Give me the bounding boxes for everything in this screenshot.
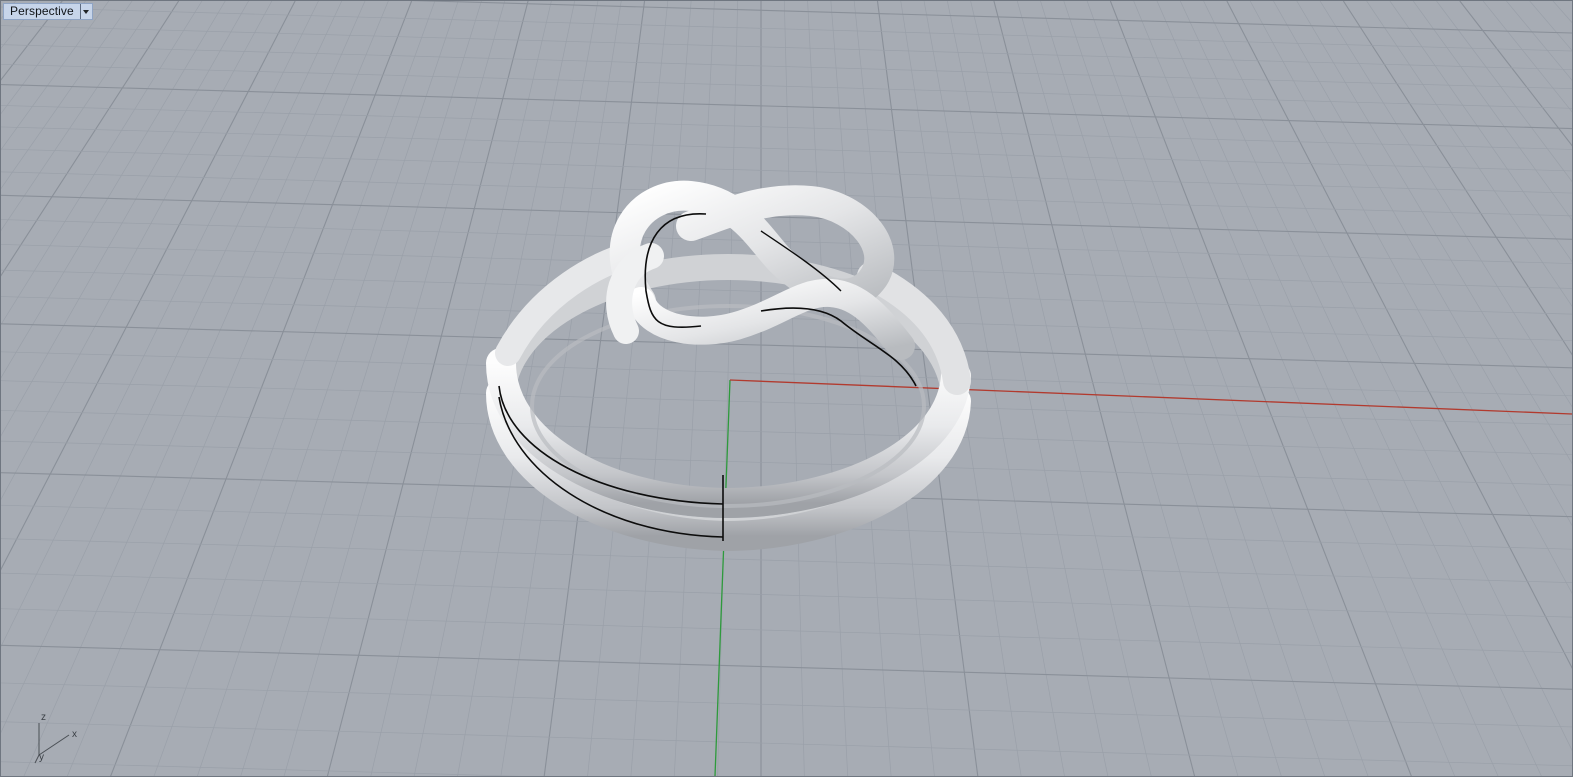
world-axes-icon: z x y xyxy=(31,713,87,765)
x-axis-line xyxy=(729,379,1572,415)
grid-line xyxy=(1,721,1572,767)
grid-line xyxy=(1,1,16,20)
grid-line xyxy=(1,351,1572,397)
viewport-title[interactable]: Perspective xyxy=(4,4,80,19)
viewport-canvas[interactable] xyxy=(1,1,1572,776)
grid-line xyxy=(1459,1,1572,147)
grid-line xyxy=(1,380,1572,426)
perspective-viewport[interactable]: Perspective z x y xyxy=(0,0,1573,777)
grid-line xyxy=(1,572,1572,618)
grid-line xyxy=(1506,1,1572,81)
axis-y-label: y xyxy=(39,752,44,763)
grid-line xyxy=(1,1,86,115)
viewport-title-tab[interactable]: Perspective xyxy=(3,3,93,20)
grid-line xyxy=(1,1,133,190)
grid-line xyxy=(1226,1,1572,669)
grid-line xyxy=(587,1,669,776)
grid-line xyxy=(807,1,849,776)
grid-line xyxy=(23,1,366,776)
grid-line xyxy=(1319,1,1572,408)
grid-line xyxy=(783,1,805,776)
grid-line xyxy=(830,1,892,776)
grid-line xyxy=(1,1,203,326)
grid-line xyxy=(1552,1,1572,24)
grid-line xyxy=(1412,1,1572,221)
y-axis-line xyxy=(714,379,731,776)
grid-line xyxy=(1,608,1572,654)
grid-line xyxy=(1156,1,1499,776)
grid-line xyxy=(1342,1,1572,356)
grid-line xyxy=(1366,1,1572,307)
grid-line xyxy=(1,1,296,571)
grid-line xyxy=(947,1,1109,776)
chevron-down-icon[interactable] xyxy=(79,4,92,19)
grid-line xyxy=(673,1,715,776)
grid-line xyxy=(630,1,692,776)
grid-line xyxy=(1063,1,1325,776)
grid-line xyxy=(1,323,1572,369)
grid-line xyxy=(283,1,506,776)
grid-line xyxy=(717,1,739,776)
grid-line xyxy=(1016,1,1239,776)
grid-line xyxy=(1,1,40,49)
grid-line xyxy=(1529,1,1572,52)
grid-line xyxy=(1296,1,1572,465)
grid-line xyxy=(110,1,413,776)
grid-line xyxy=(1,1,249,437)
grid-line xyxy=(1,1,63,81)
grid-line xyxy=(1,644,1572,690)
grid-line xyxy=(1,1,273,501)
construction-grid xyxy=(1,1,1572,776)
grid-line xyxy=(1,63,1572,109)
grid-line xyxy=(1,25,1572,70)
grid-line xyxy=(1389,1,1572,263)
grid-line xyxy=(1436,1,1572,183)
grid-line xyxy=(409,1,1572,34)
grid-line xyxy=(1086,1,1369,776)
grid-line xyxy=(1,6,1572,52)
grid-line xyxy=(1,126,1572,172)
grid-line xyxy=(1203,1,1572,751)
axis-x-label: x xyxy=(72,729,77,740)
grid-line xyxy=(1,761,523,776)
grid-line xyxy=(543,1,646,776)
axis-z-label: z xyxy=(41,712,46,723)
grid-line xyxy=(66,1,389,776)
grid-line xyxy=(1,1,110,151)
